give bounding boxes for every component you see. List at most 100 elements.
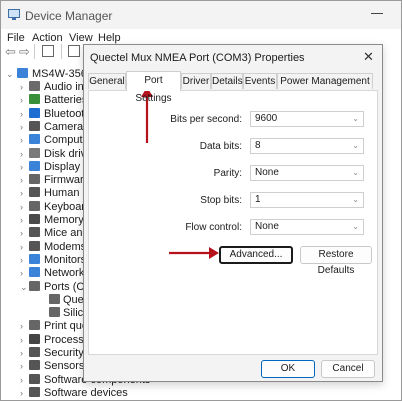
menu-file[interactable]: File xyxy=(7,32,25,44)
tree-item-label: Print que xyxy=(44,320,89,333)
chevron-right-icon[interactable]: › xyxy=(20,135,23,145)
chevron-down-icon: ⌄ xyxy=(6,69,14,79)
view-icon[interactable] xyxy=(68,45,80,57)
cancel-button[interactable]: Cancel xyxy=(321,360,375,378)
tree-item-label: Software devices xyxy=(44,386,128,399)
device-category-icon xyxy=(29,134,40,145)
tab-port-settings[interactable]: Port Settings xyxy=(126,71,181,104)
chevron-right-icon[interactable]: › xyxy=(20,268,23,278)
restore-defaults-button[interactable]: Restore Defaults xyxy=(300,246,372,276)
menu-action[interactable]: Action xyxy=(32,32,63,44)
stop-bits-select[interactable]: 1 ⌄ xyxy=(250,192,364,208)
tree-item-label: Cameras xyxy=(44,120,89,133)
device-category-icon xyxy=(29,253,40,264)
minimize-button[interactable] xyxy=(371,13,383,14)
device-category-icon xyxy=(49,293,60,304)
chevron-right-icon[interactable]: › xyxy=(20,202,23,212)
tab-general[interactable]: General xyxy=(88,73,126,89)
flow-control-select[interactable]: None ⌄ xyxy=(250,219,364,235)
port-settings-panel: Bits per second: 9600 ⌄ Data bits: 8 ⌄ P… xyxy=(88,90,378,355)
advanced-button[interactable]: Advanced... xyxy=(219,246,293,264)
device-category-icon xyxy=(29,360,40,371)
device-category-icon xyxy=(29,160,40,171)
device-category-icon xyxy=(29,174,40,185)
chevron-down-icon: ⌄ xyxy=(352,141,359,150)
chevron-right-icon[interactable]: › xyxy=(20,375,23,385)
tree-item-label: Keyboar xyxy=(44,200,85,213)
close-icon[interactable]: ✕ xyxy=(363,49,374,65)
device-category-icon xyxy=(29,94,40,105)
back-arrow-icon[interactable]: ⇦ xyxy=(4,45,17,58)
device-category-icon xyxy=(29,214,40,224)
device-category-icon xyxy=(29,280,40,291)
dialog-title: Quectel Mux NMEA Port (COM3) Properties xyxy=(90,52,305,64)
ok-button[interactable]: OK xyxy=(261,360,315,378)
device-category-icon xyxy=(29,386,40,397)
computer-icon xyxy=(17,68,28,78)
chevron-down-icon: ⌄ xyxy=(352,222,359,231)
bits-per-second-select[interactable]: 9600 ⌄ xyxy=(250,111,364,127)
tree-item-label: Human I xyxy=(44,187,86,200)
chevron-right-icon[interactable]: › xyxy=(20,242,23,252)
toolbar-separator xyxy=(61,44,62,59)
toolbar-separator xyxy=(34,44,35,59)
parity-label: Parity: xyxy=(213,168,242,179)
device-manager-titlebar: Device Manager xyxy=(1,1,401,29)
chevron-right-icon[interactable]: › xyxy=(20,361,23,371)
device-category-icon xyxy=(29,333,40,344)
chevron-down-icon: ⌄ xyxy=(352,114,359,123)
properties-icon[interactable] xyxy=(42,45,54,57)
device-category-icon xyxy=(29,373,40,384)
chevron-right-icon[interactable]: › xyxy=(20,82,23,92)
flow-control-label: Flow control: xyxy=(185,222,242,233)
chevron-right-icon[interactable]: › xyxy=(20,335,23,345)
screenshot-frame: Device Manager File Action View Help ⇦ ⇨… xyxy=(0,0,402,401)
tab-details[interactable]: Details xyxy=(211,73,243,89)
device-category-icon xyxy=(29,81,40,91)
chevron-right-icon[interactable]: › xyxy=(20,188,23,198)
chevron-down-icon: ⌄ xyxy=(352,168,359,177)
menu-help[interactable]: Help xyxy=(98,32,121,44)
tree-item[interactable]: › Software devices xyxy=(20,386,180,400)
menu-view[interactable]: View xyxy=(69,32,93,44)
chevron-right-icon[interactable]: › xyxy=(20,149,23,159)
chevron-right-icon[interactable]: › xyxy=(20,348,23,358)
forward-arrow-icon[interactable]: ⇨ xyxy=(18,45,31,58)
tab-events[interactable]: Events xyxy=(243,73,277,89)
chevron-right-icon[interactable]: › xyxy=(20,255,23,265)
tree-item-label: Batteries xyxy=(44,94,88,107)
chevron-right-icon[interactable]: › xyxy=(20,321,23,331)
chevron-right-icon[interactable]: › xyxy=(20,122,23,132)
device-category-icon xyxy=(29,120,40,131)
device-category-icon xyxy=(29,147,40,158)
device-category-icon xyxy=(29,240,40,251)
chevron-right-icon[interactable]: › xyxy=(20,215,23,225)
tab-power-management[interactable]: Power Management xyxy=(277,73,373,89)
chevron-right-icon[interactable]: › xyxy=(20,388,23,398)
chevron-down-icon: ⌄ xyxy=(352,195,359,204)
tree-item-label: Network xyxy=(44,267,85,280)
tree-item-label: Sensors xyxy=(44,360,85,373)
chevron-right-icon[interactable]: › xyxy=(20,175,23,185)
device-category-icon xyxy=(49,307,60,318)
tree-item-label: Mice and xyxy=(44,227,89,240)
data-bits-label: Data bits: xyxy=(199,141,242,152)
device-category-icon xyxy=(29,200,40,211)
chevron-right-icon[interactable]: › xyxy=(20,95,23,105)
data-bits-select[interactable]: 8 ⌄ xyxy=(250,138,364,154)
tree-item-label: Memory xyxy=(44,214,84,226)
tab-driver[interactable]: Driver xyxy=(181,73,211,89)
chevron-right-icon[interactable]: › xyxy=(20,162,23,172)
device-category-icon xyxy=(29,227,40,238)
chevron-down-icon[interactable]: ⌄ xyxy=(20,282,28,293)
chevron-right-icon[interactable]: › xyxy=(20,109,23,119)
tree-item-label: Compute xyxy=(44,134,89,147)
device-category-icon xyxy=(29,347,40,357)
device-category-icon xyxy=(29,107,40,118)
properties-dialog: Quectel Mux NMEA Port (COM3) Properties … xyxy=(83,44,383,382)
stop-bits-label: Stop bits: xyxy=(200,195,242,206)
tree-item-label: Security xyxy=(44,347,84,359)
parity-select[interactable]: None ⌄ xyxy=(250,165,364,181)
chevron-right-icon[interactable]: › xyxy=(20,228,23,238)
device-category-icon xyxy=(29,187,40,198)
